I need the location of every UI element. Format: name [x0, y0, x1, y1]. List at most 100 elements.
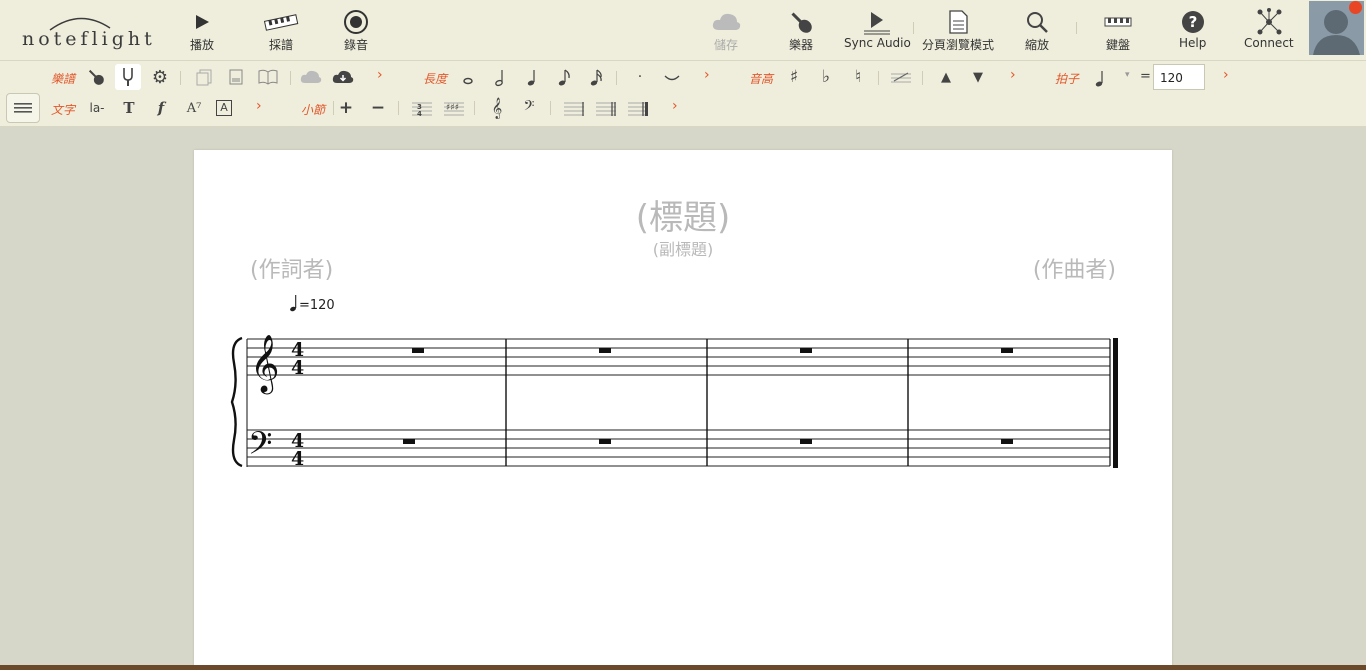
- duration-more-arrow[interactable]: ›: [704, 67, 710, 83]
- dynamic-tool[interactable]: f: [148, 95, 174, 121]
- toolbar-divider: [180, 71, 181, 85]
- bass-clef[interactable]: 𝄢: [248, 425, 272, 469]
- notification-badge[interactable]: [1349, 1, 1362, 14]
- score-title[interactable]: (標題): [194, 190, 1172, 239]
- whole-rest[interactable]: [599, 348, 611, 353]
- text-more-arrow[interactable]: ›: [256, 98, 262, 114]
- noteflight-logo[interactable]: noteflight: [20, 10, 155, 50]
- toolbar-divider: [398, 101, 399, 115]
- page-layout-tool[interactable]: [223, 64, 249, 90]
- record-button[interactable]: 錄音: [343, 8, 369, 53]
- tie-tool[interactable]: [659, 64, 685, 90]
- barline-final-tool[interactable]: [625, 95, 651, 121]
- treble-clef-tool[interactable]: 𝄞: [484, 95, 510, 121]
- play-icon: [194, 8, 210, 36]
- pitch-more-arrow[interactable]: ›: [1010, 67, 1016, 83]
- whole-rest[interactable]: [599, 439, 611, 444]
- glissando-tool[interactable]: [888, 64, 914, 90]
- pitch-category-label: 音高: [749, 72, 774, 86]
- boxed-text-tool[interactable]: A: [211, 95, 237, 121]
- zoom-button[interactable]: 縮放: [1025, 8, 1049, 53]
- eighth-note-icon: [558, 69, 570, 86]
- pitch-up-tool[interactable]: ▲: [933, 64, 959, 90]
- whole-rest[interactable]: [800, 348, 812, 353]
- whole-rest[interactable]: [1001, 439, 1013, 444]
- dot-tool[interactable]: ·: [627, 64, 653, 90]
- barline-single-tool[interactable]: [561, 95, 587, 121]
- score-sheet[interactable]: (標題) (副標題) (作詞者) (作曲者) =120 𝄞 𝄢 4 4 4 4: [194, 150, 1172, 670]
- quarter-note-icon: [290, 295, 297, 312]
- instrument-tool[interactable]: [83, 64, 109, 90]
- open-book-icon: [258, 69, 278, 85]
- connect-button[interactable]: Connect: [1244, 8, 1294, 50]
- tempo-input[interactable]: 120: [1153, 64, 1205, 90]
- bass-clef-tool[interactable]: 𝄢: [516, 95, 542, 121]
- chevron-down-icon[interactable]: ▾: [1125, 70, 1130, 80]
- save-button[interactable]: 儲存: [711, 8, 741, 53]
- score-more-arrow[interactable]: ›: [377, 67, 383, 83]
- quarter-note-tool[interactable]: [519, 64, 545, 90]
- text-icon: T: [123, 99, 135, 117]
- treble-time-sig-bottom[interactable]: 4: [291, 357, 304, 379]
- cloud-upload-tool[interactable]: [298, 64, 324, 90]
- treble-clef[interactable]: 𝄞: [250, 334, 280, 395]
- barline-double-tool[interactable]: [593, 95, 619, 121]
- settings-tool[interactable]: ⚙: [147, 64, 173, 90]
- tempo-note-tool[interactable]: [1087, 64, 1113, 90]
- beat-category-label: 拍子: [1055, 72, 1080, 86]
- chord-symbol-tool[interactable]: A⁷: [181, 95, 207, 121]
- play-button[interactable]: 播放: [190, 8, 214, 53]
- logo-text: noteflight: [22, 28, 156, 50]
- plus-icon: +: [338, 98, 354, 118]
- whole-rest[interactable]: [1001, 348, 1013, 353]
- time-signature-tool[interactable]: 34: [409, 95, 435, 121]
- toolbar-divider: [474, 101, 475, 115]
- score-subtitle[interactable]: (副標題): [194, 236, 1172, 260]
- tuning-fork-tool[interactable]: [115, 64, 141, 90]
- cloud-upload-icon: [300, 70, 322, 83]
- add-measure-tool[interactable]: +: [333, 95, 359, 121]
- quarter-note-icon: [1095, 71, 1103, 87]
- eighth-note-tool[interactable]: [551, 64, 577, 90]
- natural-tool[interactable]: ♮: [845, 64, 871, 90]
- whole-note-tool[interactable]: [455, 64, 481, 90]
- duration-category-label: 長度: [423, 72, 448, 86]
- lyric-tool[interactable]: la-: [84, 95, 110, 121]
- pitch-down-tool[interactable]: ▼: [965, 64, 991, 90]
- key-signature-tool[interactable]: ♯♯♯: [441, 95, 467, 121]
- instrument-button[interactable]: 樂器: [787, 8, 815, 53]
- sixteenth-note-tool[interactable]: [583, 64, 609, 90]
- tempo-marking[interactable]: =120: [289, 293, 335, 313]
- page-icon: [947, 8, 969, 36]
- transcribe-button[interactable]: 採譜: [263, 8, 299, 53]
- whole-rest[interactable]: [403, 439, 415, 444]
- beat-more-arrow[interactable]: ›: [1223, 67, 1229, 83]
- bass-time-sig-bottom[interactable]: 4: [291, 448, 304, 470]
- half-note-tool[interactable]: [487, 64, 513, 90]
- copy-tool[interactable]: [191, 64, 217, 90]
- remove-measure-tool[interactable]: −: [365, 95, 391, 121]
- page-layout-icon: [229, 69, 243, 85]
- lyric-icon: la-: [89, 101, 105, 115]
- sharp-tool[interactable]: ♯: [781, 64, 807, 90]
- sync-audio-button[interactable]: Sync Audio: [844, 8, 911, 50]
- help-label: Help: [1179, 36, 1207, 50]
- score-staves[interactable]: 𝄞 𝄢 4 4 4 4: [224, 318, 1124, 478]
- guitar-icon: [787, 8, 815, 36]
- flat-tool[interactable]: ♭: [813, 64, 839, 90]
- measure-more-arrow[interactable]: ›: [672, 98, 678, 114]
- time-signature-icon: 34: [412, 102, 432, 117]
- help-button[interactable]: ? Help: [1179, 8, 1206, 50]
- whole-rest[interactable]: [800, 439, 812, 444]
- cloud-download-tool[interactable]: [330, 64, 356, 90]
- boxed-text-icon: A: [216, 100, 232, 116]
- page-view-button[interactable]: 分頁瀏覽模式: [922, 8, 994, 53]
- keyboard-button[interactable]: 鍵盤: [1104, 8, 1132, 53]
- guitar-icon: [88, 69, 104, 85]
- whole-rest[interactable]: [412, 348, 424, 353]
- score-lyricist[interactable]: (作詞者): [250, 252, 333, 284]
- text-tool[interactable]: T: [116, 95, 142, 121]
- score-composer[interactable]: (作曲者): [1033, 252, 1116, 284]
- sharp-icon: ♯: [789, 67, 799, 87]
- open-book-tool[interactable]: [255, 64, 281, 90]
